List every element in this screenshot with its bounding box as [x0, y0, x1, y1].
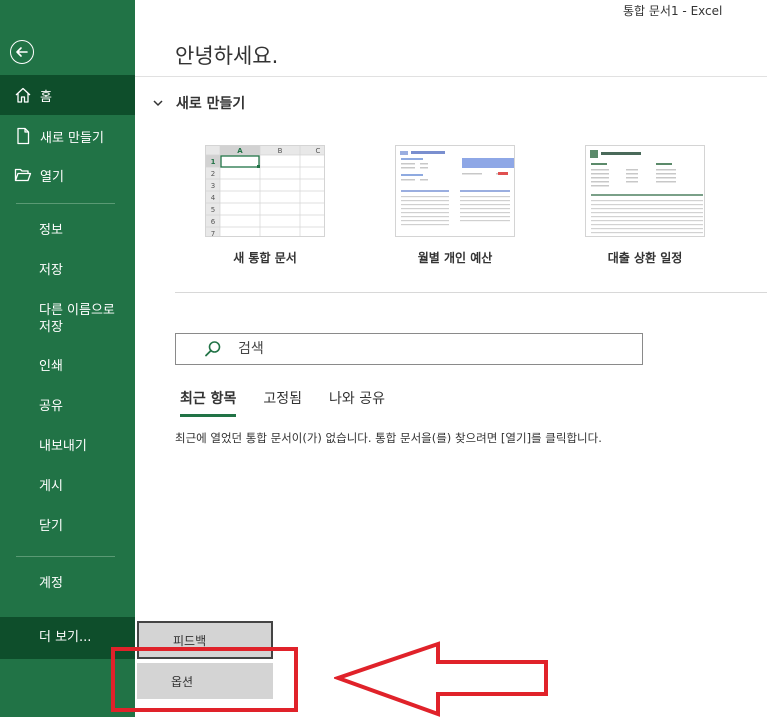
- row-header: 6: [211, 218, 216, 226]
- folder-open-icon: [14, 168, 32, 182]
- sidebar-item-label: 계정: [39, 576, 63, 591]
- template-label: 새 통합 문서: [233, 251, 297, 265]
- sidebar-item-label: 다른 이름으로 저장: [39, 303, 115, 335]
- sidebar-item-publish[interactable]: 게시: [0, 478, 135, 495]
- search-icon: [205, 341, 221, 357]
- section-divider: [175, 292, 767, 293]
- empty-recent-message: 최근에 열었던 통합 문서이(가) 없습니다. 통합 문서을(를) 찾으려면 […: [175, 431, 602, 445]
- file-tabs: 최근 항목 고정됨 나와 공유: [180, 388, 412, 417]
- sidebar-item-label: 저장: [39, 263, 63, 278]
- template-thumbnail: A B C 1 2 3 4 5 6 7: [205, 145, 325, 237]
- sidebar-item-label: 새로 만들기: [40, 130, 104, 146]
- header-divider: [135, 76, 767, 77]
- row-header: 2: [211, 170, 215, 178]
- sidebar-item-save[interactable]: 저장: [0, 262, 135, 279]
- sidebar-item-home[interactable]: 홈: [0, 75, 135, 115]
- sidebar-item-label: 게시: [39, 479, 63, 494]
- annotation-highlight-box: [111, 647, 298, 712]
- template-loan-schedule[interactable]: 대출 상환 일정: [585, 145, 705, 265]
- sidebar-item-new[interactable]: 새로 만들기: [0, 126, 135, 146]
- sidebar-item-account[interactable]: 계정: [0, 575, 135, 592]
- loan-thumbnail: [590, 150, 703, 234]
- row-header: 7: [211, 230, 215, 237]
- sidebar-item-save-as[interactable]: 다른 이름으로 저장: [0, 302, 120, 336]
- sidebar-item-print[interactable]: 인쇄: [0, 358, 135, 375]
- sidebar-item-label: 내보내기: [39, 439, 87, 454]
- search-input[interactable]: [238, 341, 618, 357]
- sidebar-item-label: 더 보기...: [39, 630, 92, 645]
- section-title: 새로 만들기: [176, 96, 246, 112]
- menu-item-label: 피드백: [173, 633, 207, 648]
- row-header: 5: [211, 206, 215, 214]
- back-arrow-icon: [16, 47, 28, 57]
- spreadsheet-grid-thumbnail: A B C 1 2 3 4 5 6 7: [206, 146, 324, 237]
- sidebar-item-close[interactable]: 닫기: [0, 518, 135, 535]
- chevron-down-icon: [153, 100, 163, 107]
- column-header: B: [278, 147, 283, 155]
- template-label: 월별 개인 예산: [417, 251, 493, 265]
- sidebar-item-share[interactable]: 공유: [0, 398, 135, 415]
- search-box[interactable]: [175, 333, 643, 365]
- template-thumbnail: [395, 145, 515, 237]
- tab-recent[interactable]: 최근 항목: [180, 388, 237, 417]
- sidebar-item-label: 열기: [40, 169, 64, 185]
- window-title: 통합 문서1 - Excel: [623, 4, 723, 18]
- backstage-sidebar: 홈 새로 만들기 열기 정보 저장 다른 이름으로 저장 인쇄 공유 내보내기 …: [0, 0, 135, 717]
- sidebar-item-label: 홈: [40, 89, 52, 105]
- sidebar-item-label: 정보: [39, 223, 63, 238]
- annotation-arrow-icon: [334, 641, 548, 717]
- sidebar-divider: [16, 556, 115, 557]
- new-document-icon: [17, 127, 30, 145]
- template-thumbnail: [585, 145, 705, 237]
- template-monthly-budget[interactable]: 월별 개인 예산: [395, 145, 515, 265]
- home-icon: [15, 87, 31, 103]
- column-header: C: [316, 147, 321, 155]
- template-blank-workbook[interactable]: A B C 1 2 3 4 5 6 7 새 통합 문서: [205, 145, 325, 265]
- sidebar-item-label: 인쇄: [39, 359, 63, 374]
- tab-shared[interactable]: 나와 공유: [329, 388, 385, 417]
- tab-pinned[interactable]: 고정됨: [263, 388, 302, 417]
- sidebar-item-label: 닫기: [39, 519, 63, 534]
- sidebar-divider: [16, 203, 115, 204]
- sidebar-item-export[interactable]: 내보내기: [0, 438, 135, 455]
- new-section-toggle[interactable]: 새로 만들기: [152, 93, 245, 113]
- template-label: 대출 상환 일정: [607, 251, 683, 265]
- sidebar-item-info[interactable]: 정보: [0, 222, 135, 239]
- budget-thumbnail: [400, 151, 514, 226]
- column-header: A: [237, 147, 243, 155]
- sidebar-item-label: 공유: [39, 399, 63, 414]
- page-title: 안녕하세요.: [175, 44, 279, 68]
- back-button[interactable]: [10, 40, 34, 64]
- row-header: 3: [211, 182, 215, 190]
- row-header: 4: [211, 194, 216, 202]
- sidebar-item-open[interactable]: 열기: [0, 165, 135, 185]
- row-header: 1: [211, 158, 216, 166]
